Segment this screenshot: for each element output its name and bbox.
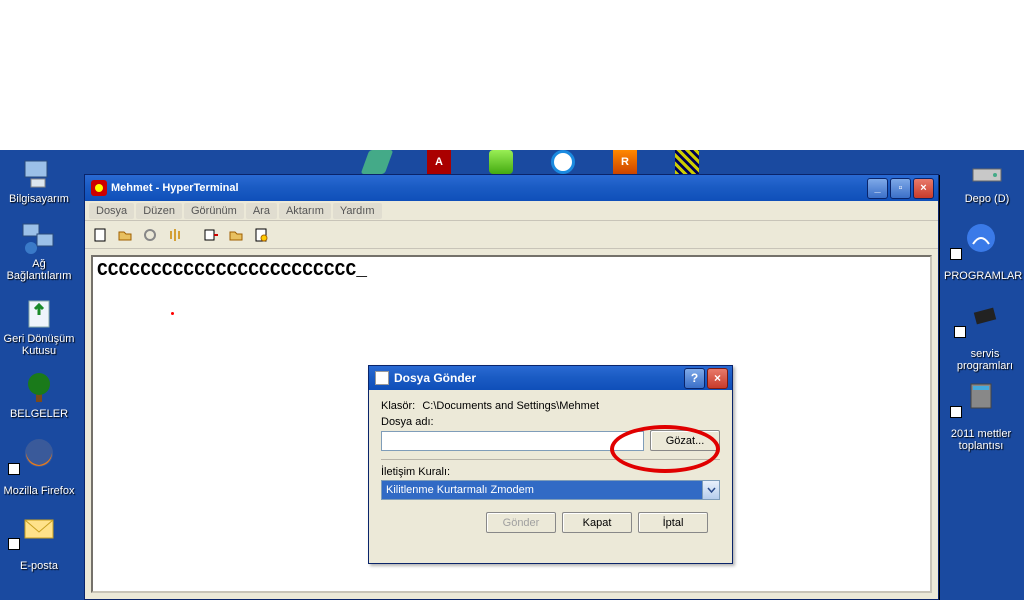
icon-label: BELGELER <box>2 408 76 420</box>
window-title: Mehmet - HyperTerminal <box>111 182 867 194</box>
tray-icons: A R <box>365 150 699 174</box>
tool-disconnect-icon[interactable] <box>164 224 186 246</box>
desktop-icon-mycomputer[interactable]: Bilgisayarım <box>2 155 76 205</box>
chevron-down-icon[interactable] <box>702 481 719 499</box>
close-button[interactable]: × <box>913 178 934 199</box>
shortcut-arrow-icon: ↗ <box>950 406 962 418</box>
chip-icon <box>967 298 1003 334</box>
icon-label: E-posta <box>2 560 76 572</box>
folder-icon <box>963 220 999 256</box>
desktop-icon-network[interactable]: Ağ Bağlantılarım <box>2 220 76 282</box>
tray-icon[interactable]: R <box>613 150 637 174</box>
dialog-close-button[interactable]: × <box>707 368 728 389</box>
tray-icon[interactable]: A <box>427 150 451 174</box>
desktop-icon-recycle[interactable]: Geri Dönüşüm Kutusu <box>2 295 76 357</box>
cursor-dot <box>171 312 174 315</box>
tray-icon[interactable] <box>551 150 575 174</box>
drive-icon <box>969 155 1005 191</box>
window-titlebar[interactable]: Mehmet - HyperTerminal _ ▫ × <box>85 175 938 201</box>
menu-edit[interactable]: Düzen <box>136 203 182 219</box>
tray-icon[interactable] <box>489 150 513 174</box>
computer-icon <box>21 155 57 191</box>
toolbar <box>85 221 938 249</box>
cancel-button[interactable]: İptal <box>638 512 708 533</box>
browse-button[interactable]: Gözat... <box>650 430 720 451</box>
minimize-button[interactable]: _ <box>867 178 888 199</box>
desktop-icon-firefox[interactable]: ↗ Mozilla Firefox <box>2 435 76 497</box>
help-button[interactable]: ? <box>684 368 705 389</box>
icon-label: 2011 mettler toplantısı <box>944 428 1018 452</box>
desktop-icon-meeting[interactable]: ↗ 2011 mettler toplantısı <box>944 378 1018 452</box>
tool-send-icon[interactable] <box>200 224 222 246</box>
desktop-icon-docs[interactable]: BELGELER <box>2 370 76 420</box>
menu-call[interactable]: Ara <box>246 203 277 219</box>
tray-icon[interactable] <box>675 150 699 174</box>
shortcut-arrow-icon: ↗ <box>950 248 962 260</box>
send-button[interactable]: Gönder <box>486 512 556 533</box>
menu-bar: Dosya Düzen Görünüm Ara Aktarım Yardım <box>85 201 938 221</box>
icon-label: Bilgisayarım <box>2 193 76 205</box>
folder-row: Klasör: C:\Documents and Settings\Mehmet <box>381 400 720 412</box>
terminal-text: CCCCCCCCCCCCCCCCCCCCCCCC_ <box>97 261 367 281</box>
shortcut-arrow-icon: ↗ <box>954 326 966 338</box>
menu-view[interactable]: Görünüm <box>184 203 244 219</box>
protocol-select[interactable]: Kilitlenme Kurtarmalı Zmodem <box>381 480 720 500</box>
tool-connect-icon[interactable] <box>139 224 161 246</box>
desktop-icon-email[interactable]: ↗ E-posta <box>2 510 76 572</box>
tool-new-icon[interactable] <box>89 224 111 246</box>
maximize-button[interactable]: ▫ <box>890 178 911 199</box>
icon-label: Ağ Bağlantılarım <box>2 258 76 282</box>
dialog-icon <box>375 371 389 385</box>
desktop-icon-drive[interactable]: Depo (D) <box>950 155 1024 205</box>
firefox-icon <box>21 435 57 471</box>
menu-help[interactable]: Yardım <box>333 203 382 219</box>
send-file-dialog: Dosya Gönder ? × Klasör: C:\Documents an… <box>368 365 733 564</box>
tray-icon[interactable] <box>361 150 394 174</box>
tree-icon <box>21 370 57 406</box>
desktop-icon-programs[interactable]: ↗ PROGRAMLAR <box>944 220 1018 282</box>
server-icon <box>963 378 999 414</box>
folder-label: Klasör: <box>381 400 415 412</box>
email-icon <box>21 510 57 546</box>
shortcut-arrow-icon: ↗ <box>8 463 20 475</box>
icon-label: Mozilla Firefox <box>2 485 76 497</box>
tool-properties-icon[interactable] <box>250 224 272 246</box>
menu-file[interactable]: Dosya <box>89 203 134 219</box>
divider <box>381 459 720 460</box>
dialog-titlebar[interactable]: Dosya Gönder ? × <box>369 366 732 390</box>
tool-receive-icon[interactable] <box>225 224 247 246</box>
tool-open-icon[interactable] <box>114 224 136 246</box>
filename-input[interactable] <box>381 431 644 451</box>
close-dialog-button[interactable]: Kapat <box>562 512 632 533</box>
icon-label: PROGRAMLAR <box>944 270 1018 282</box>
protocol-label: İletişim Kuralı: <box>381 466 720 478</box>
network-icon <box>21 220 57 256</box>
icon-label: Geri Dönüşüm Kutusu <box>2 333 76 357</box>
filename-label: Dosya adı: <box>381 416 720 428</box>
desktop-icon-service[interactable]: ↗ servis programları <box>948 298 1022 372</box>
protocol-value: Kilitlenme Kurtarmalı Zmodem <box>382 481 702 499</box>
icon-label: Depo (D) <box>950 193 1024 205</box>
app-icon <box>91 180 107 196</box>
folder-path: C:\Documents and Settings\Mehmet <box>422 400 599 412</box>
shortcut-arrow-icon: ↗ <box>8 538 20 550</box>
icon-label: servis programları <box>948 348 1022 372</box>
recycle-icon <box>21 295 57 331</box>
menu-transfer[interactable]: Aktarım <box>279 203 331 219</box>
dialog-title: Dosya Gönder <box>394 371 684 385</box>
